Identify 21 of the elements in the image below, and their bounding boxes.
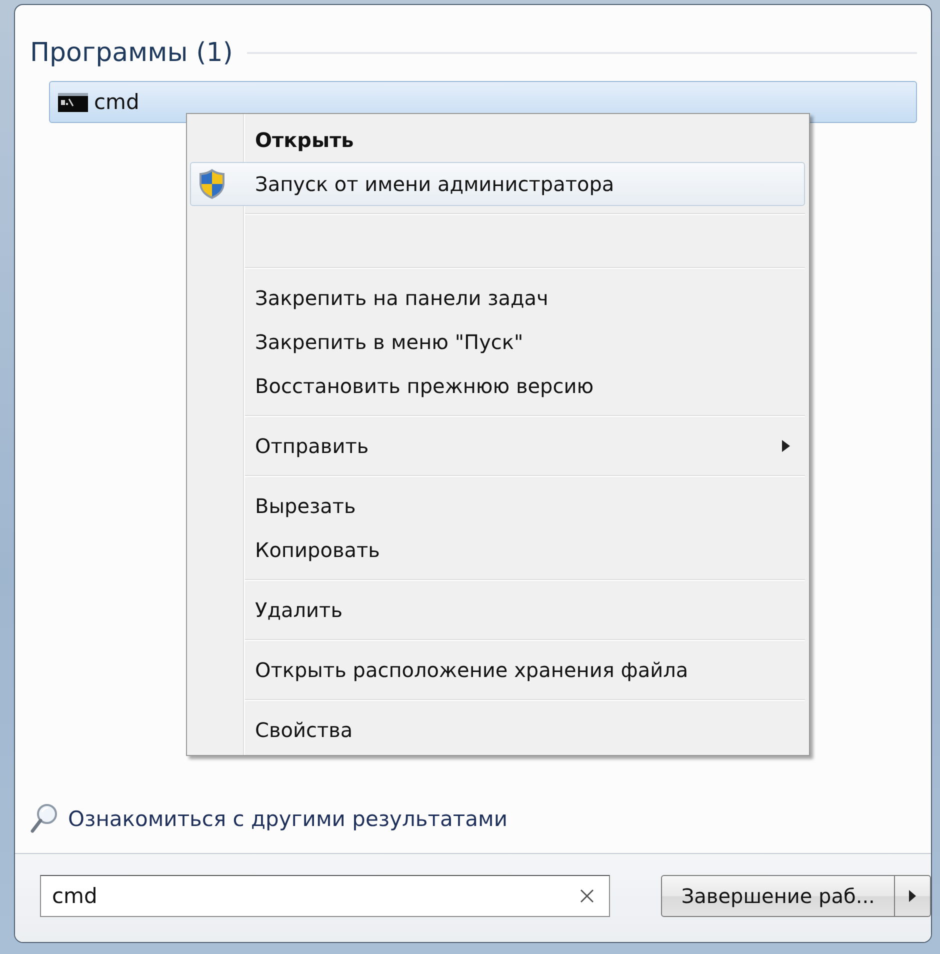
menu-item[interactable]: Свойства xyxy=(190,708,805,752)
section-heading: Программы (1) xyxy=(30,37,233,70)
menu-item[interactable]: Запуск от имени администратора xyxy=(190,162,805,206)
search-icon xyxy=(30,803,58,834)
menu-item[interactable]: Вырезать xyxy=(190,484,805,528)
search-field[interactable]: cmd xyxy=(40,875,610,917)
menu-item[interactable]: Открыть расположение хранения файла xyxy=(190,648,805,692)
console-icon xyxy=(58,92,88,112)
shield-icon xyxy=(198,168,226,200)
menu-item[interactable]: Копировать xyxy=(190,528,805,572)
menu-item[interactable]: Восстановить прежнюю версию xyxy=(190,364,805,408)
menu-item[interactable]: Закрепить на панели задач xyxy=(190,276,805,320)
close-icon[interactable] xyxy=(580,889,594,903)
menu-item[interactable]: Удалить xyxy=(190,588,805,632)
more-results-link[interactable]: Ознакомиться с другими результатами xyxy=(30,803,508,834)
caret-icon xyxy=(909,890,916,902)
shutdown-button[interactable]: Завершение раб... xyxy=(661,875,896,917)
menu-item[interactable]: Отправить xyxy=(190,424,805,468)
shutdown-options-button[interactable] xyxy=(895,875,931,917)
caret-icon xyxy=(782,440,790,452)
menu-item[interactable]: Закрепить в меню "Пуск" xyxy=(190,320,805,364)
